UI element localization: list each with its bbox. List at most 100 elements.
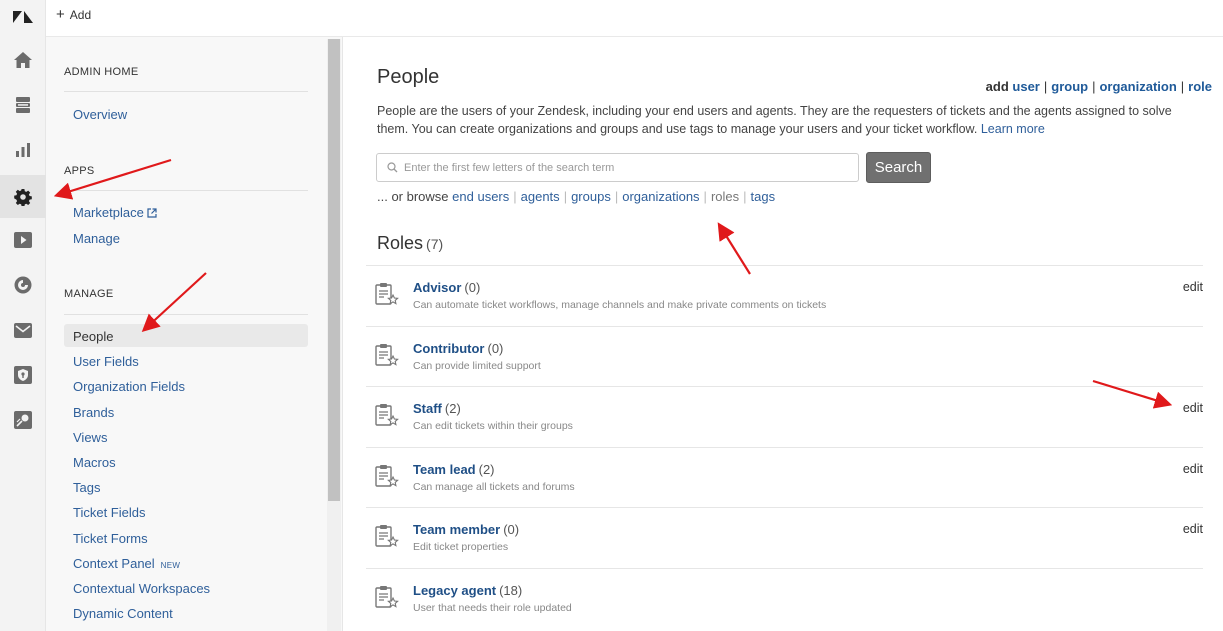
mail-icon[interactable] (0, 310, 46, 350)
sidebar-item-dynamic-content[interactable]: Dynamic Content (73, 606, 173, 621)
divider (64, 314, 308, 315)
zendesk-logo-icon[interactable] (0, 0, 46, 34)
video-icon[interactable] (0, 220, 46, 260)
role-name-link[interactable]: Staff (413, 401, 442, 416)
shield-icon[interactable] (0, 355, 46, 395)
sidebar-item-contextual-workspaces[interactable]: Contextual Workspaces (73, 581, 210, 596)
separator: | (563, 189, 568, 204)
search-icon (387, 162, 398, 173)
role-clipboard-icon (375, 404, 399, 426)
role-title: Contributor (0) (413, 341, 503, 356)
sidebar-item-manage-apps[interactable]: Manage (73, 231, 120, 246)
people-description: People are the users of your Zendesk, in… (377, 102, 1177, 138)
add-role-link[interactable]: role (1188, 79, 1212, 94)
role-description: Edit ticket properties (413, 541, 509, 553)
role-title: Legacy agent (18) (413, 583, 522, 598)
role-count: (0) (487, 340, 504, 356)
role-title: Advisor (0) (413, 280, 480, 295)
role-row-legacy-agent: Legacy agent (18) User that needs their r… (366, 567, 1203, 629)
browse-links: ... or browse end users | agents | groups | or… (377, 189, 775, 204)
role-name-link[interactable]: Legacy agent (413, 583, 496, 598)
divider (64, 190, 308, 191)
role-description: Can manage all tickets and forums (413, 480, 575, 493)
sidebar-item-label: Context Panel (73, 556, 155, 571)
sidebar-item-tags[interactable]: Tags (73, 480, 100, 495)
role-title: Staff (2) (413, 401, 461, 416)
sidebar-item-ticket-fields[interactable]: Ticket Fields (73, 505, 145, 520)
role-edit-link[interactable]: edit (1183, 462, 1203, 476)
home-icon[interactable] (0, 40, 46, 80)
role-clipboard-icon (375, 585, 399, 608)
browse-roles-link[interactable]: roles (711, 189, 739, 204)
sidebar-item-organization-fields[interactable]: Organization Fields (73, 379, 185, 394)
views-icon[interactable] (0, 85, 46, 125)
role-name-link[interactable]: Team member (413, 522, 500, 537)
separator: | (1180, 79, 1185, 94)
role-edit-link[interactable]: edit (1183, 401, 1203, 415)
scrollbar-thumb[interactable] (328, 39, 340, 501)
role-edit-link[interactable]: edit (1183, 522, 1203, 536)
admin-sidebar: ADMIN HOME Overview APPS Marketplace Man… (46, 37, 343, 631)
sidebar-item-brands[interactable]: Brands (73, 405, 114, 420)
add-user-link[interactable]: user (1012, 79, 1039, 94)
role-row-team-member: Team member (0) Edit ticket properties ed… (366, 507, 1203, 568)
gear-icon[interactable] (0, 175, 46, 218)
separator: | (1043, 79, 1048, 94)
role-description: Can edit tickets within their groups (413, 420, 573, 432)
sidebar-item-marketplace[interactable]: Marketplace (73, 205, 157, 220)
add-organization-link[interactable]: organization (1099, 79, 1176, 94)
add-button[interactable]: + Add (56, 7, 92, 22)
browse-agents-link[interactable]: agents (521, 189, 560, 204)
learn-more-link[interactable]: Learn more (981, 122, 1045, 136)
roles-list: Advisor (0) Can automate ticket workflows… (366, 265, 1203, 628)
search-button[interactable]: Search (866, 152, 931, 183)
reporting-icon[interactable] (0, 130, 46, 170)
role-title: Team lead (2) (413, 462, 495, 477)
role-row-staff: Staff (2) Can edit tickets within their g… (366, 386, 1203, 447)
role-count: (18) (499, 582, 523, 598)
search-input[interactable] (404, 158, 844, 178)
sidebar-item-views[interactable]: Views (73, 430, 107, 445)
roles-count: (7) (426, 236, 444, 252)
role-name-link[interactable]: Advisor (413, 280, 461, 295)
browse-groups-link[interactable]: groups (571, 189, 611, 204)
role-row-contributor: Contributor (0) Can provide limited suppo… (366, 325, 1203, 387)
role-count: (2) (444, 401, 461, 416)
explore-icon[interactable] (0, 265, 46, 305)
top-bar: + Add (46, 0, 1223, 37)
add-group-link[interactable]: group (1051, 79, 1088, 94)
section-admin-home: ADMIN HOME (64, 66, 139, 78)
role-name-link[interactable]: Contributor (413, 341, 484, 356)
external-link-icon (147, 208, 157, 218)
sidebar-item-context-panel[interactable]: Context Panel NEW (73, 556, 180, 571)
sidebar-item-ticket-forms[interactable]: Ticket Forms (73, 531, 148, 546)
role-title: Team member (0) (413, 522, 519, 537)
new-badge: NEW (160, 561, 181, 570)
sidebar-item-user-fields[interactable]: User Fields (73, 354, 139, 369)
browse-organizations-link[interactable]: organizations (622, 189, 699, 204)
section-apps: APPS (64, 165, 95, 177)
divider (64, 91, 308, 92)
sidebar-scrollbar[interactable] (327, 39, 341, 631)
role-name-link[interactable]: Team lead (413, 462, 476, 477)
role-clipboard-icon (375, 464, 399, 487)
section-manage: MANAGE (64, 288, 114, 300)
roles-title: Roles (377, 233, 424, 253)
sidebar-item-label: Marketplace (73, 205, 144, 220)
add-button-label: Add (69, 8, 92, 22)
browse-tags-link[interactable]: tags (751, 189, 776, 204)
role-clipboard-icon (375, 525, 399, 547)
browse-end-users-link[interactable]: end users (452, 189, 509, 204)
sidebar-item-macros[interactable]: Macros (73, 455, 116, 470)
role-description: Can automate ticket workflows, manage ch… (413, 299, 827, 311)
role-count: (0) (503, 522, 520, 537)
separator: | (1092, 79, 1096, 94)
sidebar-item-people[interactable]: People (73, 329, 113, 344)
apps-icon[interactable] (0, 400, 46, 440)
separator: | (513, 189, 517, 204)
sidebar-item-overview[interactable]: Overview (73, 107, 127, 122)
role-edit-link[interactable]: edit (1183, 280, 1203, 294)
browse-prefix: ... or browse (377, 189, 449, 204)
roles-heading: Roles (7) (377, 233, 443, 254)
role-row-team-lead: Team lead (2) Can manage all tickets and … (366, 446, 1203, 508)
